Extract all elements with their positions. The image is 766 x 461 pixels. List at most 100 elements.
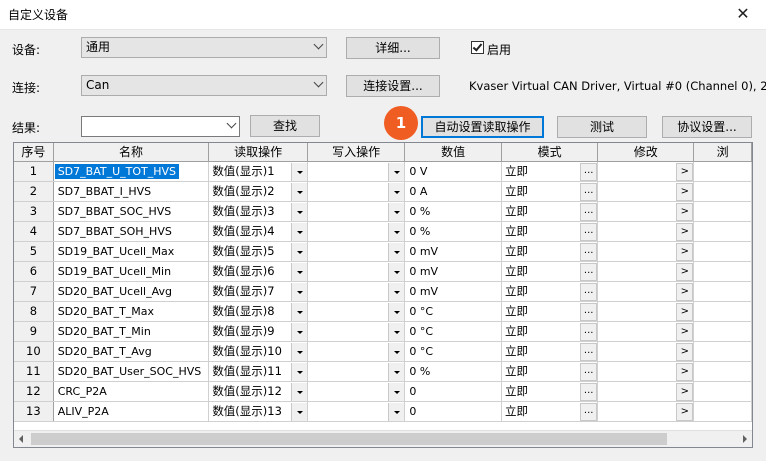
- row-write-cell[interactable]: [307, 181, 406, 202]
- dropdown-arrow-icon[interactable]: [388, 202, 404, 220]
- row-mode-cell[interactable]: 立即...: [501, 321, 599, 342]
- row-read-cell[interactable]: 数值(显示)3: [208, 201, 308, 222]
- table-row[interactable]: 10 SD20_BAT_T_Avg 数值(显示)10 0 °C 立即... >: [14, 341, 752, 362]
- row-mode-cell[interactable]: 立即...: [501, 341, 599, 362]
- signal-table[interactable]: 序号 名称 读取操作 写入操作 数值 模式 修改 浏 1 SD7_BAT_U_TO…: [13, 142, 753, 448]
- dropdown-arrow-icon[interactable]: [388, 282, 404, 300]
- row-read-cell[interactable]: 数值(显示)12: [208, 381, 308, 402]
- row-read-cell[interactable]: 数值(显示)8: [208, 301, 308, 322]
- row-browse-cell[interactable]: [693, 301, 752, 322]
- dropdown-arrow-icon[interactable]: [290, 382, 307, 400]
- row-write-cell[interactable]: [307, 341, 406, 362]
- row-index[interactable]: 11: [14, 361, 54, 382]
- row-browse-cell[interactable]: [693, 321, 752, 342]
- row-value[interactable]: 0 mV: [404, 261, 502, 282]
- row-modify-cell[interactable]: >: [597, 361, 695, 382]
- modify-arrow-button[interactable]: >: [676, 302, 693, 320]
- modify-arrow-button[interactable]: >: [676, 402, 693, 420]
- device-select[interactable]: 通用: [81, 37, 327, 58]
- row-name-cell[interactable]: SD20_BAT_T_Avg: [53, 341, 210, 362]
- ellipsis-button[interactable]: ...: [580, 362, 597, 380]
- modify-arrow-button[interactable]: >: [676, 242, 693, 260]
- row-read-cell[interactable]: 数值(显示)9: [208, 321, 308, 342]
- enable-checkbox[interactable]: [471, 41, 484, 54]
- connection-select[interactable]: Can: [81, 75, 327, 96]
- row-write-cell[interactable]: [307, 361, 406, 382]
- dropdown-arrow-icon[interactable]: [290, 302, 307, 320]
- row-modify-cell[interactable]: >: [597, 281, 695, 302]
- row-mode-cell[interactable]: 立即...: [501, 401, 599, 422]
- row-value[interactable]: 0: [404, 381, 502, 402]
- col-header-write[interactable]: 写入操作: [307, 143, 406, 162]
- test-button[interactable]: 测试: [557, 116, 647, 138]
- row-browse-cell[interactable]: [693, 241, 752, 262]
- row-modify-cell[interactable]: >: [597, 181, 695, 202]
- col-header-value[interactable]: 数值: [404, 143, 502, 162]
- modify-arrow-button[interactable]: >: [676, 282, 693, 300]
- detail-button[interactable]: 详细...: [346, 37, 440, 59]
- row-browse-cell[interactable]: [693, 381, 752, 402]
- dropdown-arrow-icon[interactable]: [388, 262, 404, 280]
- ellipsis-button[interactable]: ...: [580, 202, 597, 220]
- row-write-cell[interactable]: [307, 241, 406, 262]
- dropdown-arrow-icon[interactable]: [388, 402, 404, 420]
- row-modify-cell[interactable]: >: [597, 241, 695, 262]
- modify-arrow-button[interactable]: >: [676, 342, 693, 360]
- col-header-index[interactable]: 序号: [14, 143, 54, 162]
- row-browse-cell[interactable]: [693, 201, 752, 222]
- col-header-name[interactable]: 名称: [53, 143, 210, 162]
- ellipsis-button[interactable]: ...: [580, 302, 597, 320]
- dropdown-arrow-icon[interactable]: [290, 182, 307, 200]
- row-write-cell[interactable]: [307, 201, 406, 222]
- row-read-cell[interactable]: 数值(显示)11: [208, 361, 308, 382]
- row-mode-cell[interactable]: 立即...: [501, 301, 599, 322]
- col-header-browse[interactable]: 浏: [693, 143, 752, 162]
- row-write-cell[interactable]: [307, 221, 406, 242]
- row-value[interactable]: 0 %: [404, 361, 502, 382]
- row-write-cell[interactable]: [307, 261, 406, 282]
- dropdown-arrow-icon[interactable]: [290, 362, 307, 380]
- row-read-cell[interactable]: 数值(显示)10: [208, 341, 308, 362]
- modify-arrow-button[interactable]: >: [676, 182, 693, 200]
- dropdown-arrow-icon[interactable]: [388, 362, 404, 380]
- row-browse-cell[interactable]: [693, 261, 752, 282]
- row-name-cell[interactable]: SD7_BBAT_I_HVS: [53, 181, 210, 202]
- modify-arrow-button[interactable]: >: [676, 382, 693, 400]
- row-index[interactable]: 6: [14, 261, 54, 282]
- scroll-right-icon[interactable]: [743, 435, 747, 443]
- horizontal-scrollbar[interactable]: [14, 430, 752, 447]
- row-mode-cell[interactable]: 立即...: [501, 261, 599, 282]
- row-index[interactable]: 3: [14, 201, 54, 222]
- dropdown-arrow-icon[interactable]: [388, 342, 404, 360]
- col-header-mode[interactable]: 模式: [501, 143, 599, 162]
- row-modify-cell[interactable]: >: [597, 401, 695, 422]
- find-button[interactable]: 查找: [250, 115, 320, 137]
- ellipsis-button[interactable]: ...: [580, 322, 597, 340]
- table-row[interactable]: 6 SD19_BAT_Ucell_Min 数值(显示)6 0 mV 立即... >: [14, 261, 752, 282]
- ellipsis-button[interactable]: ...: [580, 162, 597, 180]
- row-name-cell[interactable]: SD7_BBAT_SOH_HVS: [53, 221, 210, 242]
- dropdown-arrow-icon[interactable]: [290, 322, 307, 340]
- row-read-cell[interactable]: 数值(显示)7: [208, 281, 308, 302]
- table-row[interactable]: 8 SD20_BAT_T_Max 数值(显示)8 0 °C 立即... >: [14, 301, 752, 322]
- protocol-settings-button[interactable]: 协议设置...: [662, 116, 752, 138]
- row-index[interactable]: 10: [14, 341, 54, 362]
- row-browse-cell[interactable]: [693, 221, 752, 242]
- row-browse-cell[interactable]: [693, 181, 752, 202]
- table-row[interactable]: 5 SD19_BAT_Ucell_Max 数值(显示)5 0 mV 立即... >: [14, 241, 752, 262]
- row-modify-cell[interactable]: >: [597, 221, 695, 242]
- row-write-cell[interactable]: [307, 161, 406, 182]
- table-row[interactable]: 3 SD7_BBAT_SOC_HVS 数值(显示)3 0 % 立即... >: [14, 201, 752, 222]
- row-index[interactable]: 2: [14, 181, 54, 202]
- row-value[interactable]: 0 mV: [404, 241, 502, 262]
- ellipsis-button[interactable]: ...: [580, 402, 597, 420]
- dropdown-arrow-icon[interactable]: [290, 282, 307, 300]
- row-write-cell[interactable]: [307, 401, 406, 422]
- row-index[interactable]: 1: [14, 161, 54, 182]
- row-mode-cell[interactable]: 立即...: [501, 181, 599, 202]
- row-mode-cell[interactable]: 立即...: [501, 201, 599, 222]
- row-modify-cell[interactable]: >: [597, 381, 695, 402]
- row-write-cell[interactable]: [307, 281, 406, 302]
- row-index[interactable]: 13: [14, 401, 54, 422]
- dropdown-arrow-icon[interactable]: [388, 222, 404, 240]
